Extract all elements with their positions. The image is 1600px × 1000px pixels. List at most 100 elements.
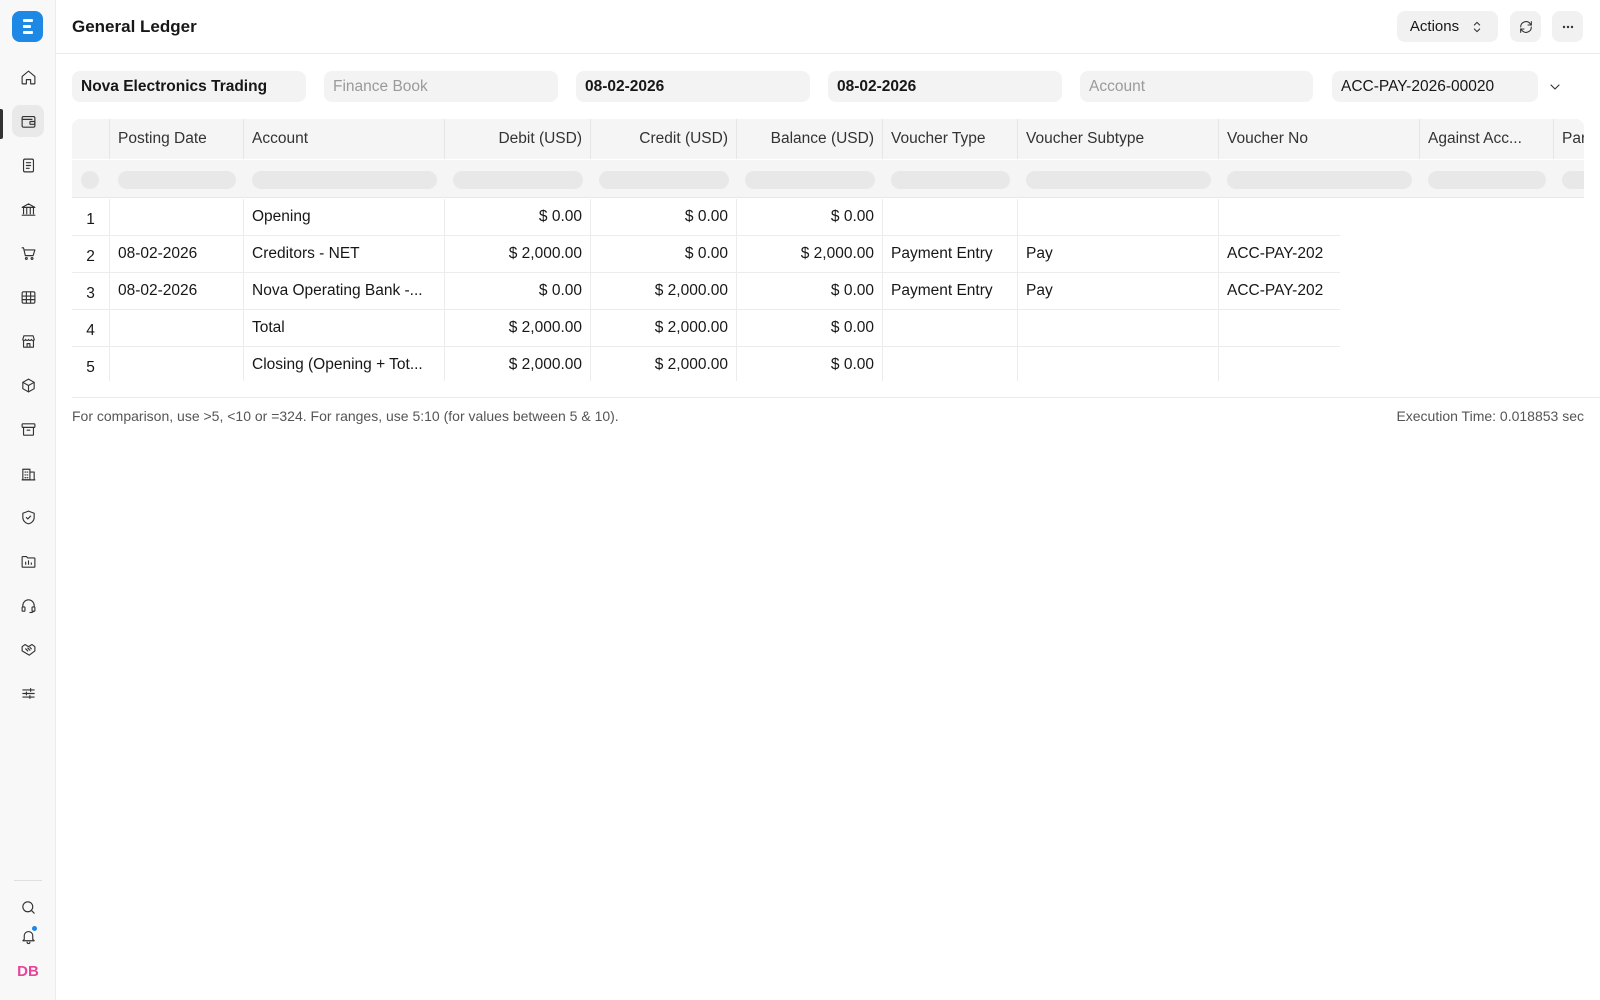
column-filter-party[interactable] [1562, 171, 1584, 189]
account-filter[interactable]: Account [1080, 71, 1313, 102]
footer-divider [72, 397, 1600, 398]
sidebar-item-support[interactable] [12, 589, 44, 621]
cell-account: Opening [244, 199, 445, 235]
cell-credit: $ 2,000.00 [591, 310, 737, 346]
to-date-filter[interactable]: 08-02-2026 [828, 71, 1062, 102]
company-filter[interactable]: Nova Electronics Trading [72, 71, 306, 102]
cell-balance: $ 0.00 [737, 310, 883, 346]
sidebar-item-home[interactable] [12, 61, 44, 93]
column-filter-posting-date[interactable] [118, 171, 236, 189]
column-header-voucher-subtype[interactable]: Voucher Subtype [1018, 119, 1219, 159]
column-filter-voucher-type[interactable] [891, 171, 1010, 189]
column-filter-credit[interactable] [599, 171, 729, 189]
archive-icon [21, 422, 35, 436]
cell-voucher-no[interactable] [1219, 199, 1340, 235]
column-header-account[interactable]: Account [244, 119, 445, 159]
table-row[interactable]: 3 08-02-2026 Nova Operating Bank -... $ … [72, 273, 1340, 310]
cell-voucher-type [883, 347, 1018, 381]
column-filter-account[interactable] [252, 171, 437, 189]
row-index: 1 [72, 199, 110, 235]
cell-credit: $ 2,000.00 [591, 273, 737, 309]
column-header-against-account[interactable]: Against Acc... [1420, 119, 1554, 159]
actions-button[interactable]: Actions [1397, 11, 1498, 42]
cell-voucher-subtype [1018, 347, 1219, 381]
more-horizontal-icon [1562, 25, 1573, 28]
avatar[interactable]: DB [12, 955, 44, 987]
cell-voucher-no[interactable]: ACC-PAY-202 [1219, 273, 1340, 309]
column-filter-voucher-no[interactable] [1227, 171, 1412, 189]
sidebar-item-quality[interactable] [12, 501, 44, 533]
sidebar-notifications-button[interactable] [12, 920, 44, 952]
table-row[interactable]: 4 Total $ 2,000.00 $ 2,000.00 $ 0.00 [72, 310, 1340, 347]
sidebar: DB [0, 0, 56, 1000]
sidebar-item-assets[interactable] [12, 413, 44, 445]
column-header-credit[interactable]: Credit (USD) [591, 119, 737, 159]
column-header-balance[interactable]: Balance (USD) [737, 119, 883, 159]
column-filter-debit[interactable] [453, 171, 583, 189]
column-header-voucher-no[interactable]: Voucher No [1219, 119, 1420, 159]
column-filter-index[interactable] [81, 171, 99, 189]
ledger-table: Posting Date Account Debit (USD) Credit … [72, 119, 1584, 381]
cell-voucher-no[interactable]: ACC-PAY-202 [1219, 236, 1340, 272]
sidebar-item-accounting[interactable] [12, 105, 44, 137]
sidebar-item-crm[interactable] [12, 633, 44, 665]
chevron-down-icon [1550, 84, 1560, 90]
sidebar-item-stock[interactable] [12, 369, 44, 401]
cell-voucher-type: Payment Entry [883, 273, 1018, 309]
cell-voucher-subtype: Pay [1018, 236, 1219, 272]
cell-voucher-no [1219, 310, 1340, 346]
column-header-posting-date[interactable]: Posting Date [110, 119, 244, 159]
execution-time-text: Execution Time: 0.018853 sec [1396, 408, 1584, 424]
sidebar-item-projects[interactable] [12, 545, 44, 577]
finance-book-filter[interactable]: Finance Book [324, 71, 558, 102]
search-icon [21, 900, 35, 914]
cell-voucher-subtype [1018, 199, 1219, 235]
bank-icon [21, 202, 35, 216]
active-nav-marker [0, 109, 3, 139]
folder-chart-icon [21, 555, 35, 568]
cell-voucher-type [883, 199, 1018, 235]
sidebar-item-invoices[interactable] [12, 149, 44, 181]
home-icon [21, 70, 35, 84]
sidebar-item-settings[interactable] [12, 677, 44, 709]
cell-credit: $ 0.00 [591, 236, 737, 272]
erp-logo-icon[interactable] [12, 11, 43, 42]
cell-voucher-subtype: Pay [1018, 273, 1219, 309]
row-index: 5 [72, 347, 110, 381]
chevron-up-down-icon [1473, 21, 1481, 32]
table-row[interactable]: 5 Closing (Opening + Tot... $ 2,000.00 $… [72, 347, 1340, 381]
table-icon [21, 290, 35, 304]
cell-debit: $ 2,000.00 [445, 236, 591, 272]
sidebar-item-buying[interactable] [12, 237, 44, 269]
table-row[interactable]: 1 Opening $ 0.00 $ 0.00 $ 0.00 [72, 199, 1340, 236]
column-header-voucher-type[interactable]: Voucher Type [883, 119, 1018, 159]
sidebar-item-banking[interactable] [12, 193, 44, 225]
column-filter-against-account[interactable] [1428, 171, 1546, 189]
column-header-index [72, 119, 110, 159]
from-date-filter[interactable]: 08-02-2026 [576, 71, 810, 102]
row-index: 4 [72, 310, 110, 346]
cell-balance: $ 2,000.00 [737, 236, 883, 272]
voucher-no-filter[interactable]: ACC-PAY-2026-00020 [1332, 71, 1538, 102]
sidebar-search-button[interactable] [12, 891, 44, 923]
refresh-button[interactable] [1510, 11, 1541, 42]
box-icon [21, 378, 35, 392]
table-row[interactable]: 2 08-02-2026 Creditors - NET $ 2,000.00 … [72, 236, 1340, 273]
sidebar-item-organization[interactable] [12, 457, 44, 489]
more-options-button[interactable] [1552, 11, 1583, 42]
page-title: General Ledger [72, 17, 197, 36]
sidebar-item-reports[interactable] [12, 281, 44, 313]
sidebar-item-selling[interactable] [12, 325, 44, 357]
handshake-icon [21, 643, 35, 656]
column-filter-voucher-subtype[interactable] [1026, 171, 1211, 189]
column-header-debit[interactable]: Debit (USD) [445, 119, 591, 159]
cell-credit: $ 2,000.00 [591, 347, 737, 381]
column-filter-row [72, 159, 1584, 198]
column-filter-balance[interactable] [745, 171, 875, 189]
column-header-party[interactable]: Par [1554, 119, 1584, 159]
document-icon [22, 158, 34, 172]
cell-balance: $ 0.00 [737, 199, 883, 235]
cell-debit: $ 0.00 [445, 199, 591, 235]
cell-credit: $ 0.00 [591, 199, 737, 235]
more-filters-toggle[interactable] [1545, 77, 1565, 97]
